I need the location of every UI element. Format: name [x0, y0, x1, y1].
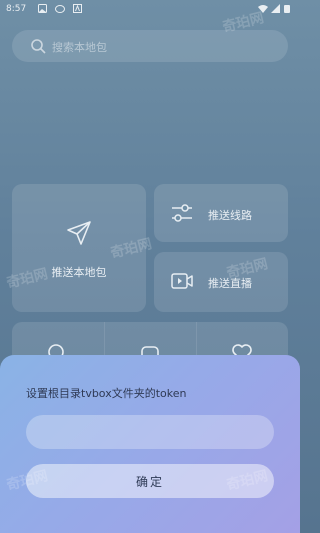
- image-notification-icon: [38, 4, 47, 13]
- token-dialog: 设置根目录tvbox文件夹的token 确定: [0, 355, 300, 533]
- status-time: 8:57: [6, 4, 27, 14]
- send-icon: [66, 220, 92, 246]
- weibo-notification-icon: [55, 4, 65, 13]
- battery-icon: [284, 4, 290, 13]
- search-placeholder: 搜索本地包: [52, 41, 107, 54]
- search-icon: [30, 38, 46, 54]
- sliders-icon: [170, 202, 194, 224]
- push-live-card[interactable]: 推送直播: [154, 252, 288, 312]
- font-notification-icon: [73, 4, 82, 13]
- token-input[interactable]: [26, 415, 274, 449]
- signal-icon: [271, 4, 280, 13]
- search-bar[interactable]: 搜索本地包: [12, 30, 288, 62]
- push-route-card[interactable]: 推送线路: [154, 184, 288, 242]
- push-route-label: 推送线路: [208, 209, 252, 222]
- video-camera-icon: [170, 270, 194, 292]
- dialog-title: 设置根目录tvbox文件夹的token: [26, 387, 187, 400]
